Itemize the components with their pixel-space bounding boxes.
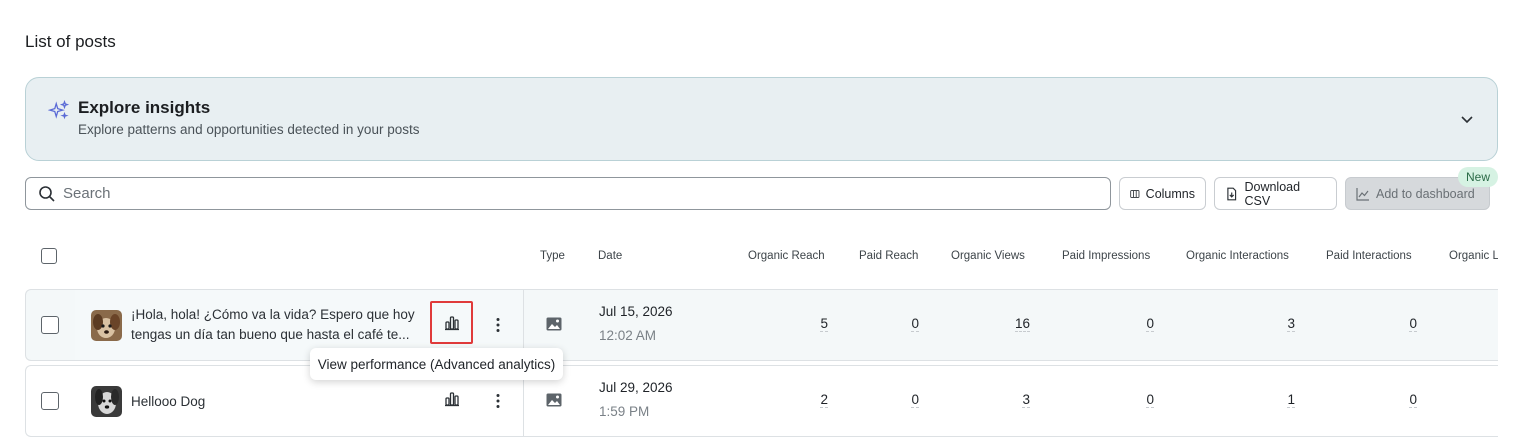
table-row[interactable]: Hellooo Dog Jul 29, 2026 1:59 PM 2 0 3 0… (25, 365, 1498, 437)
chevron-down-icon[interactable] (1459, 111, 1475, 127)
post-time: 12:02 AM (599, 328, 657, 343)
header-organic-interactions[interactable]: Organic Interactions (1186, 250, 1289, 262)
dog-thumbnail-image[interactable] (91, 310, 122, 341)
header-date[interactable]: Date (598, 250, 622, 262)
insights-title: Explore insights (78, 98, 211, 117)
header-organic-reach[interactable]: Organic Reach (748, 250, 825, 262)
add-to-dashboard-label: Add to dashboard (1376, 186, 1475, 201)
organic-reach-value: 2 (820, 392, 828, 408)
view-performance-button[interactable] (430, 377, 473, 420)
row-checkbox[interactable] (41, 316, 59, 334)
organic-views-value: 3 (1022, 392, 1030, 408)
paid-interactions-value: 0 (1409, 316, 1417, 332)
table-row[interactable]: ¡Hola, hola! ¿Cómo va la vida? Espero qu… (25, 289, 1498, 361)
page-title: List of posts (25, 32, 116, 51)
columns-label: Columns (1145, 186, 1195, 201)
header-type[interactable]: Type (540, 250, 565, 262)
organic-reach-value: 5 (820, 316, 828, 332)
columns-icon (1130, 189, 1140, 198)
image-icon (546, 393, 562, 407)
bar-chart-icon (444, 391, 459, 406)
paid-impressions-value: 0 (1146, 392, 1154, 408)
view-performance-tooltip: View performance (Advanced analytics) (310, 348, 563, 380)
dog-thumbnail-image[interactable] (91, 386, 122, 417)
post-date: Jul 15, 2026 (599, 304, 673, 319)
sparkle-icon (48, 100, 70, 120)
organic-interactions-value: 3 (1287, 316, 1295, 332)
columns-button[interactable]: Columns (1119, 177, 1206, 210)
new-badge: New (1458, 167, 1498, 187)
line-chart-icon (1356, 187, 1369, 201)
post-date: Jul 29, 2026 (599, 380, 673, 395)
header-organic-likes[interactable]: Organic L (1449, 250, 1498, 262)
file-download-icon (1227, 187, 1237, 200)
download-csv-label: Download CSV (1244, 179, 1301, 208)
post-time: 1:59 PM (599, 404, 650, 419)
paid-reach-value: 0 (911, 316, 919, 332)
more-options-icon[interactable] (488, 390, 508, 412)
paid-impressions-value: 0 (1146, 316, 1154, 332)
more-options-icon[interactable] (488, 314, 508, 336)
paid-interactions-value: 0 (1409, 392, 1417, 408)
search-icon (39, 186, 55, 202)
view-performance-button[interactable] (430, 301, 473, 344)
row-checkbox[interactable] (41, 392, 59, 410)
paid-reach-value: 0 (911, 392, 919, 408)
bar-chart-icon (444, 315, 459, 330)
header-paid-impressions[interactable]: Paid Impressions (1062, 250, 1150, 262)
organic-views-value: 16 (1014, 316, 1030, 332)
explore-insights-panel[interactable]: Explore insights Explore patterns and op… (25, 77, 1498, 161)
insights-subtitle: Explore patterns and opportunities detec… (78, 122, 420, 137)
search-input[interactable] (63, 181, 1093, 206)
header-paid-interactions[interactable]: Paid Interactions (1326, 250, 1412, 262)
search-box[interactable] (25, 177, 1111, 210)
header-paid-reach[interactable]: Paid Reach (859, 250, 918, 262)
select-all-checkbox[interactable] (41, 248, 57, 264)
organic-interactions-value: 1 (1287, 392, 1295, 408)
download-csv-button[interactable]: Download CSV (1214, 177, 1337, 210)
post-text[interactable]: Hellooo Dog (131, 392, 426, 412)
post-text[interactable]: ¡Hola, hola! ¿Cómo va la vida? Espero qu… (131, 305, 426, 345)
header-organic-views[interactable]: Organic Views (951, 250, 1025, 262)
image-icon (546, 317, 562, 331)
